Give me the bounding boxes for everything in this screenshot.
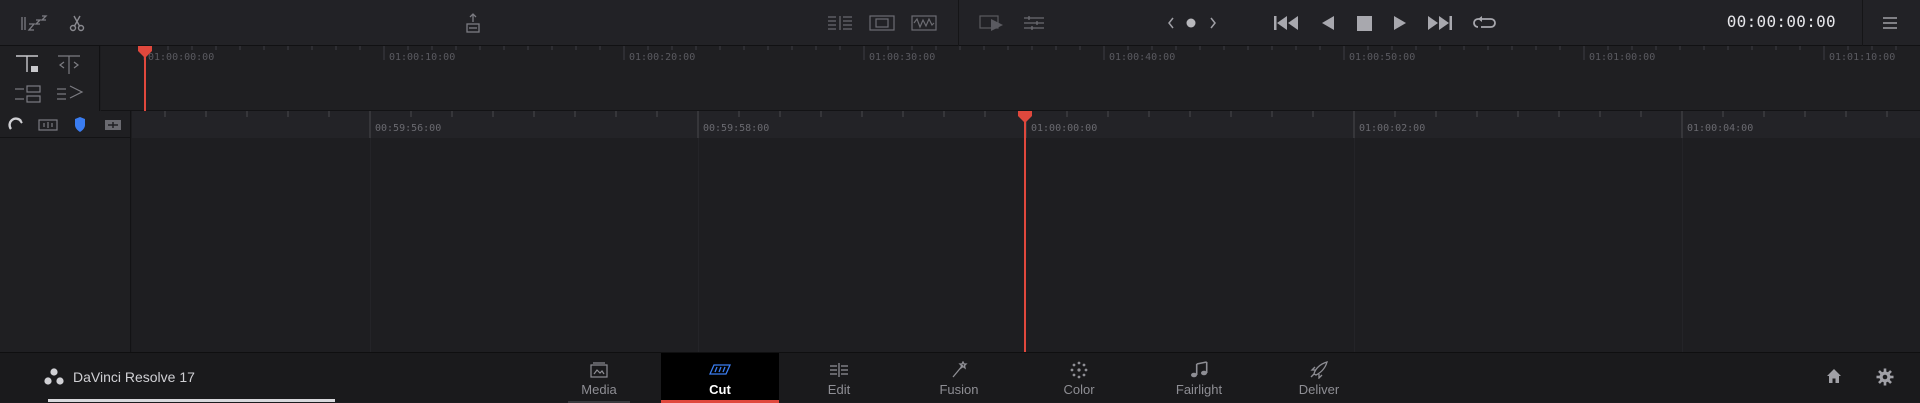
page-tab-label: Edit — [827, 381, 851, 397]
deliver-icon — [1309, 360, 1329, 380]
edit-icon — [828, 360, 850, 380]
overwrite-clip-icon[interactable] — [56, 84, 84, 109]
top-toolbar: 00:00:00:00 — [0, 0, 1920, 46]
page-tab-edit[interactable]: Edit — [780, 353, 898, 403]
scissors-icon[interactable] — [66, 12, 88, 34]
overview-tick-label: 01:00:10:00 — [389, 52, 456, 63]
view-clip-icon[interactable] — [868, 12, 896, 34]
marker-dot-icon[interactable] — [1184, 12, 1198, 34]
fusion-icon — [949, 360, 969, 380]
timeline-gridline — [1682, 138, 1683, 352]
clip-info-icon[interactable] — [104, 118, 122, 136]
toolbar-separator — [1862, 0, 1863, 46]
overview-tick-label: 01:00:50:00 — [1349, 52, 1416, 63]
stop-icon[interactable] — [1354, 12, 1374, 34]
toolbar-separator — [958, 0, 959, 46]
overview-tick-label: 01:00:30:00 — [869, 52, 936, 63]
app-name: DaVinci Resolve 17 — [73, 369, 195, 385]
chevron-right-icon[interactable] — [1206, 12, 1220, 34]
page-tab-label: Color — [1063, 381, 1095, 397]
fairlight-icon — [1190, 360, 1208, 380]
page-tab-fairlight[interactable]: Fairlight — [1140, 353, 1258, 403]
timeline-gridline — [1354, 138, 1355, 352]
overview-tick-label: 01:00:00:00 — [148, 52, 215, 63]
overview-tick-label: 01:00:20:00 — [629, 52, 696, 63]
menu-icon[interactable] — [1880, 12, 1900, 34]
page-tab-deliver[interactable]: Deliver — [1260, 353, 1378, 403]
chevron-left-icon[interactable] — [1164, 12, 1178, 34]
sleep-icon[interactable] — [20, 12, 50, 34]
overview-playhead-handle[interactable] — [138, 46, 152, 58]
upper-timeline-tools — [0, 46, 100, 111]
timeline-tick-label: 01:00:00:00 — [1031, 123, 1098, 134]
overview-ruler[interactable]: 01:00:00:00 01:00:10:00 01:00:20:00 01:0… — [101, 46, 1920, 111]
page-tab-label: Cut — [709, 381, 731, 397]
track-height-icon[interactable] — [14, 54, 46, 81]
timeline-tool-row — [0, 111, 131, 138]
view-list-icon[interactable] — [826, 12, 854, 34]
timecode-display: 00:00:00:00 — [1726, 12, 1836, 31]
timeline-gridline — [698, 138, 699, 352]
page-tab-fusion[interactable]: Fusion — [900, 353, 1018, 403]
color-icon — [1070, 360, 1088, 380]
page-tab-label: Deliver — [1298, 381, 1340, 397]
overview-tick-label: 01:00:40:00 — [1109, 52, 1176, 63]
page-tab-cut[interactable]: Cut — [661, 353, 779, 403]
timeline-playhead-handle[interactable] — [1018, 111, 1032, 123]
insert-clip-icon[interactable] — [14, 84, 42, 109]
timeline-tick-label: 00:59:58:00 — [703, 123, 770, 134]
view-waveform-icon[interactable] — [910, 12, 938, 34]
home-icon[interactable] — [1826, 368, 1842, 389]
ripple-trim-icon[interactable] — [56, 54, 82, 81]
page-tab-label: Media — [581, 381, 617, 397]
loop-icon[interactable] — [1472, 12, 1498, 34]
playback-icon[interactable] — [978, 12, 1006, 34]
overview-tick-label: 01:01:00:00 — [1589, 52, 1656, 63]
play-reverse-icon[interactable] — [1318, 12, 1338, 34]
page-tab-label: Fairlight — [1175, 381, 1223, 397]
page-tab-media[interactable]: Media — [540, 353, 658, 403]
overview-tick-label: 01:01:10:00 — [1829, 52, 1896, 63]
gear-icon[interactable] — [1876, 368, 1894, 391]
skip-to-start-icon[interactable] — [1272, 12, 1300, 34]
play-icon[interactable] — [1390, 12, 1410, 34]
overview-playhead[interactable] — [144, 54, 146, 111]
page-tab-label: Fusion — [939, 381, 979, 397]
media-icon — [589, 360, 609, 380]
timeline-tick-label: 01:00:02:00 — [1359, 123, 1426, 134]
page-tab-color[interactable]: Color — [1020, 353, 1138, 403]
timeline-track-area[interactable] — [132, 138, 1920, 352]
snapping-icon[interactable] — [8, 117, 24, 138]
page-navigation-bar: DaVinci Resolve 17 Media Cut Edit Fusion… — [0, 352, 1920, 403]
timeline-tick-label: 00:59:56:00 — [375, 123, 442, 134]
davinci-logo-icon — [44, 368, 64, 391]
settings-sliders-icon[interactable] — [1022, 12, 1046, 34]
unlink-icon[interactable] — [462, 12, 484, 34]
timeline-tick-label: 01:00:04:00 — [1687, 123, 1754, 134]
skip-to-end-icon[interactable] — [1426, 12, 1454, 34]
lower-timeline-tools — [0, 111, 131, 352]
cut-icon — [708, 360, 732, 380]
shield-icon[interactable] — [74, 117, 86, 137]
timeline-gridline — [370, 138, 371, 352]
timeline-playhead[interactable] — [1024, 118, 1026, 352]
audio-waveform-icon[interactable] — [38, 118, 58, 136]
